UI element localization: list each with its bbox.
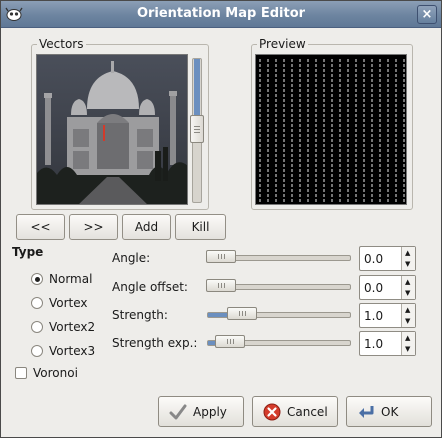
orientation-map-editor-dialog: Orientation Map Editor × Vectors Preview… (0, 0, 442, 438)
vertical-scroll-thumb[interactable] (190, 115, 204, 143)
next-vector-button[interactable]: >> (69, 214, 118, 240)
cancel-icon (263, 403, 281, 421)
radio-vortex-label[interactable]: Vortex (49, 296, 88, 310)
voronoi-checkbox[interactable] (15, 367, 27, 379)
angle-offset-spinbox[interactable]: 0.0 ▲ ▼ (359, 275, 416, 300)
angle-slider-thumb[interactable] (206, 250, 236, 263)
ok-button-label: OK (381, 405, 399, 419)
strength-slider-thumb[interactable] (227, 307, 257, 320)
scroll-fill (194, 59, 200, 117)
strength-label: Strength: (112, 308, 168, 322)
preview-canvas (255, 54, 407, 205)
spin-down-icon[interactable]: ▼ (405, 289, 410, 297)
spin-up-icon[interactable]: ▲ (405, 249, 410, 257)
strength-exp-value[interactable]: 1.0 (364, 337, 383, 351)
radio-normal-label[interactable]: Normal (49, 272, 92, 286)
angle-spin-arrows[interactable]: ▲ ▼ (401, 247, 415, 270)
strength-exp-label: Strength exp.: (112, 336, 198, 350)
vectors-image[interactable] (36, 54, 188, 205)
angle-offset-value[interactable]: 0.0 (364, 281, 383, 295)
radio-vortex3-label[interactable]: Vortex3 (49, 344, 95, 358)
spin-up-icon[interactable]: ▲ (405, 306, 410, 314)
strength-spin-arrows[interactable]: ▲ ▼ (401, 304, 415, 327)
spin-down-icon[interactable]: ▼ (405, 345, 410, 353)
type-section-title: Type (12, 245, 44, 259)
spin-down-icon[interactable]: ▼ (405, 260, 410, 268)
cancel-button[interactable]: Cancel (252, 396, 338, 427)
angle-offset-label: Angle offset: (112, 280, 188, 294)
cancel-button-label: Cancel (287, 405, 328, 419)
strength-exp-spin-arrows[interactable]: ▲ ▼ (401, 332, 415, 355)
radio-vortex2[interactable] (31, 321, 43, 333)
strength-exp-slider-thumb[interactable] (215, 335, 245, 348)
preview-vector-lines (259, 59, 405, 202)
titlebar[interactable]: Orientation Map Editor × (1, 1, 441, 28)
radio-normal[interactable] (31, 273, 43, 285)
spin-up-icon[interactable]: ▲ (405, 334, 410, 342)
spin-down-icon[interactable]: ▼ (405, 317, 410, 325)
add-vector-button[interactable]: Add (122, 214, 171, 240)
angle-offset-slider-thumb[interactable] (206, 279, 236, 292)
taj-mahal-photo-icon (37, 55, 187, 204)
ok-button[interactable]: OK (346, 396, 432, 427)
checkmark-icon (169, 404, 187, 420)
return-arrow-icon (359, 406, 374, 418)
vectors-frame-label: Vectors (37, 37, 86, 51)
previous-vector-button[interactable]: << (16, 214, 65, 240)
strength-spinbox[interactable]: 1.0 ▲ ▼ (359, 303, 416, 328)
angle-value[interactable]: 0.0 (364, 252, 383, 266)
apply-button-label: Apply (193, 405, 227, 419)
apply-button[interactable]: Apply (158, 396, 244, 427)
strength-value[interactable]: 1.0 (364, 309, 383, 323)
kill-vector-button[interactable]: Kill (175, 214, 226, 240)
close-button[interactable]: × (417, 5, 437, 24)
strength-exp-spinbox[interactable]: 1.0 ▲ ▼ (359, 331, 416, 356)
radio-vortex[interactable] (31, 297, 43, 309)
radio-vortex3[interactable] (31, 345, 43, 357)
spin-up-icon[interactable]: ▲ (405, 278, 410, 286)
window-title: Orientation Map Editor (136, 6, 306, 21)
voronoi-label[interactable]: Voronoi (33, 366, 78, 380)
preview-frame-label: Preview (257, 37, 308, 51)
radio-vortex2-label[interactable]: Vortex2 (49, 320, 95, 334)
angle-offset-spin-arrows[interactable]: ▲ ▼ (401, 276, 415, 299)
angle-spinbox[interactable]: 0.0 ▲ ▼ (359, 246, 416, 271)
angle-label: Angle: (112, 251, 151, 265)
